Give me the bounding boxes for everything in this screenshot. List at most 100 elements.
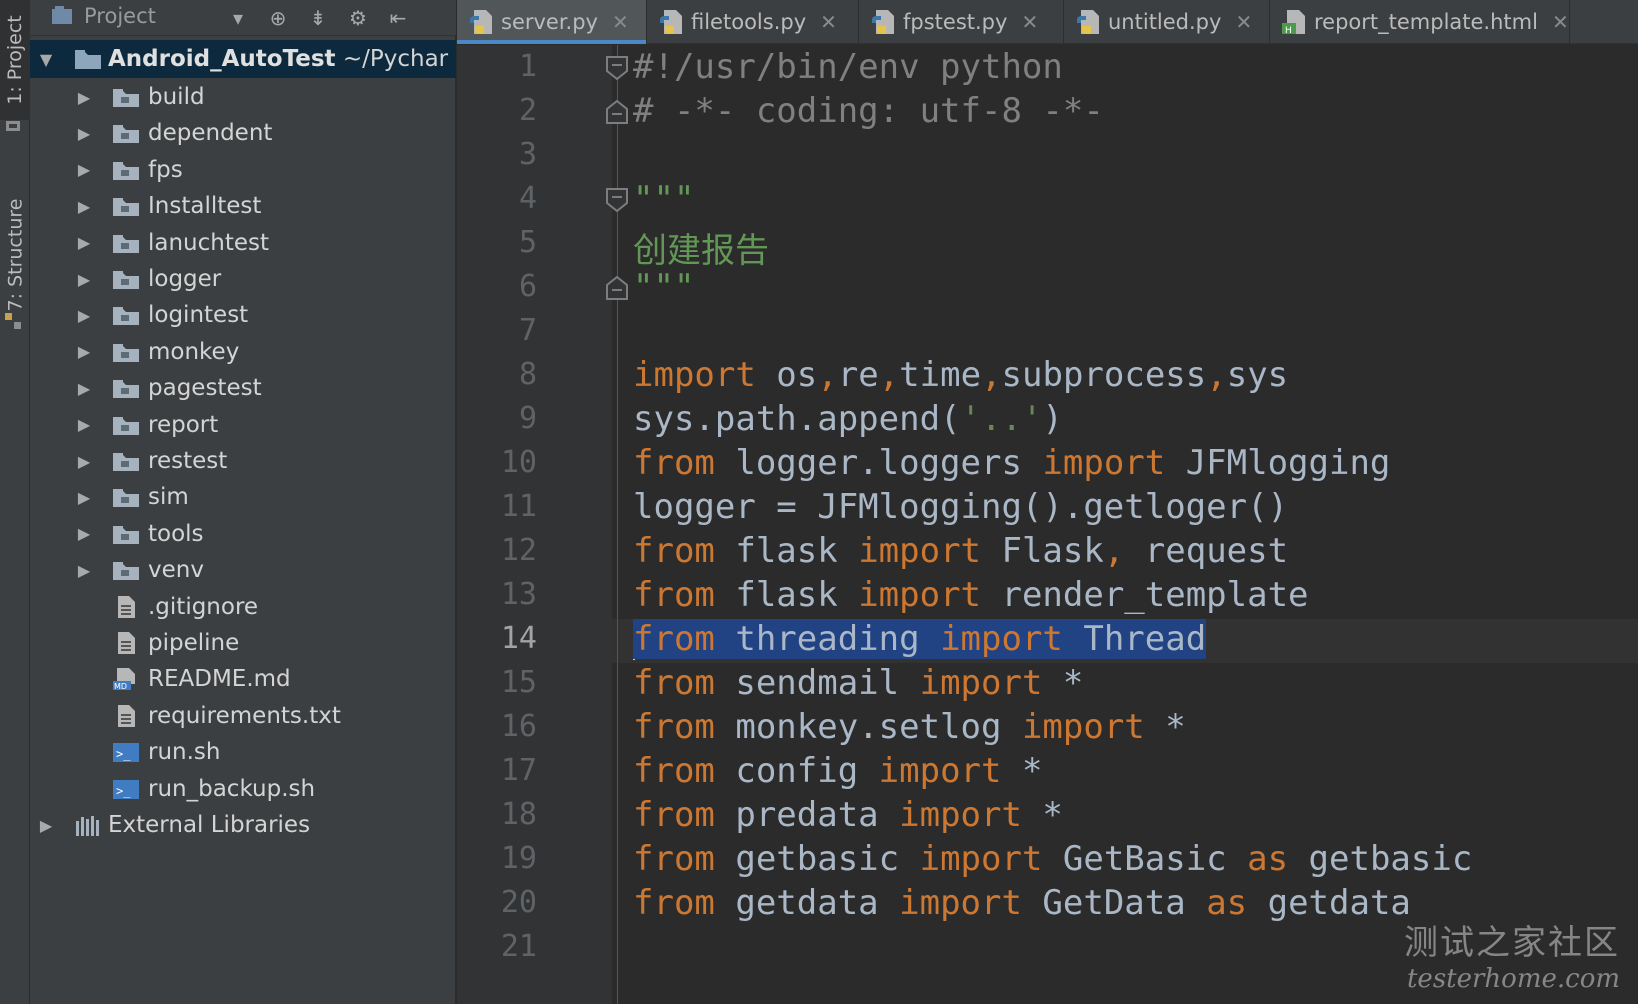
code-line[interactable]: from config import *: [633, 751, 1042, 791]
collapsed-arrow-icon[interactable]: ▶: [74, 123, 94, 143]
tree-item-logintest[interactable]: ▶ logintest: [30, 296, 456, 334]
code-line[interactable]: from sendmail import *: [633, 663, 1083, 703]
tree-item-run-backup-sh[interactable]: >_ run_backup.sh: [30, 770, 456, 808]
watermark: 测试之家社区 testerhome.com: [1404, 915, 1620, 994]
close-icon[interactable]: ✕: [1235, 10, 1252, 34]
close-icon[interactable]: ✕: [612, 10, 629, 34]
collapsed-arrow-icon[interactable]: ▶: [74, 305, 94, 325]
folder-icon: [113, 525, 139, 544]
tree-item-installtest[interactable]: ▶ Installtest: [30, 187, 456, 225]
project-tool-tab[interactable]: 1: Project: [0, 0, 30, 120]
collapsed-arrow-icon[interactable]: ▶: [74, 560, 94, 580]
tree-item-dependent[interactable]: ▶ dependent: [30, 114, 456, 152]
collapsed-arrow-icon[interactable]: ▶: [74, 378, 94, 398]
tree-item-report[interactable]: ▶ report: [30, 406, 456, 444]
tree-item-tools[interactable]: ▶ tools: [30, 515, 456, 553]
code-keyword: import: [858, 531, 982, 571]
python-file-icon: [872, 10, 894, 34]
close-icon[interactable]: ✕: [1021, 10, 1038, 34]
tree-item-monkey[interactable]: ▶ monkey: [30, 333, 456, 371]
code-keyword: from: [633, 883, 715, 923]
project-view-selector[interactable]: Project: [50, 4, 156, 28]
expanded-arrow-icon[interactable]: ▼: [36, 49, 56, 69]
chevron-down-icon[interactable]: ▾: [226, 6, 250, 30]
code-line[interactable]: sys.path.append('..'): [633, 399, 1063, 439]
hide-panel-icon[interactable]: ⇤: [386, 6, 410, 30]
code-line[interactable]: from flask import Flask, request: [633, 531, 1288, 571]
tree-item-label: venv: [148, 557, 204, 584]
tree-item-requirements-txt[interactable]: requirements.txt: [30, 697, 456, 735]
tree-item-logger[interactable]: ▶ logger: [30, 260, 456, 298]
collapsed-arrow-icon[interactable]: ▶: [74, 233, 94, 253]
tab-fpstest-py[interactable]: fpstest.py ✕: [859, 0, 1064, 44]
close-icon[interactable]: ✕: [1552, 10, 1569, 34]
tree-root-android-autotest[interactable]: ▼ Android_AutoTest ~/Pychar: [30, 40, 456, 78]
code-line[interactable]: from monkey.setlog import *: [633, 707, 1186, 747]
tree-item-run-sh[interactable]: >_ run.sh: [30, 733, 456, 771]
code-str: '..': [960, 399, 1043, 439]
code-text: render_template: [981, 575, 1309, 615]
tree-item-pipeline[interactable]: pipeline: [30, 624, 456, 662]
code-line[interactable]: """: [633, 179, 694, 219]
tab-untitled-py[interactable]: untitled.py ✕: [1064, 0, 1270, 44]
folder-icon: [113, 307, 139, 326]
structure-icon: [5, 313, 21, 329]
tree-item-build[interactable]: ▶ build: [30, 78, 456, 116]
tree-item-restest[interactable]: ▶ restest: [30, 442, 456, 480]
folder-icon: [113, 125, 139, 144]
fold-end-icon[interactable]: [605, 99, 629, 125]
code-line[interactable]: logger = JFMlogging().getloger(): [633, 487, 1288, 527]
tab-server-py[interactable]: server.py ✕: [457, 0, 647, 44]
gear-icon[interactable]: ⚙: [346, 6, 370, 30]
tree-item-venv[interactable]: ▶ venv: [30, 551, 456, 589]
collapsed-arrow-icon[interactable]: ▶: [74, 269, 94, 289]
tree-item-readme-md[interactable]: MD README.md: [30, 660, 456, 698]
collapsed-arrow-icon[interactable]: ▶: [74, 160, 94, 180]
code-line[interactable]: import os,re,time,subprocess,sys: [633, 355, 1288, 395]
code-line[interactable]: #!/usr/bin/env python: [633, 47, 1063, 87]
structure-tool-tab-label: 7: Structure: [4, 198, 27, 312]
tree-item-sim[interactable]: ▶ sim: [30, 478, 456, 516]
tree-item-fps[interactable]: ▶ fps: [30, 151, 456, 189]
tree-item-external-libraries[interactable]: ▶ External Libraries: [30, 806, 456, 844]
selection-highlight: from threading import Thread: [633, 619, 1207, 659]
fold-start-icon[interactable]: [605, 55, 629, 81]
tree-item-pagestest[interactable]: ▶ pagestest: [30, 369, 456, 407]
collapsed-arrow-icon[interactable]: ▶: [74, 487, 94, 507]
code-line[interactable]: from flask import render_template: [633, 575, 1309, 615]
code-keyword: import: [899, 883, 1022, 923]
tree-item-lanuchtest[interactable]: ▶ lanuchtest: [30, 224, 456, 262]
close-icon[interactable]: ✕: [820, 10, 837, 34]
line-number: 5: [518, 225, 537, 260]
tab-report-template-html[interactable]: Hreport_template.html ✕: [1270, 0, 1570, 44]
locate-icon[interactable]: ⊕: [266, 6, 290, 30]
code-keyword: import: [633, 355, 756, 395]
code-line[interactable]: from getdata import GetData as getdata: [633, 883, 1411, 923]
tab-label: untitled.py: [1108, 10, 1222, 34]
code-text: GetBasic: [1042, 839, 1248, 879]
code-editor[interactable]: 1 2 3 4 5 6 7 8 9 10 11 12 13 14 15 16 17 18 19 20 21 #!/usr…: [457, 45, 1638, 1004]
collapsed-arrow-icon[interactable]: ▶: [36, 815, 56, 835]
collapsed-arrow-icon[interactable]: ▶: [74, 342, 94, 362]
tree-item-gitignore[interactable]: .gitignore: [30, 588, 456, 626]
collapse-all-icon[interactable]: ⇟: [306, 6, 330, 30]
tree-item-label: dependent: [148, 120, 273, 147]
code-line[interactable]: from threading import Thread: [633, 619, 1207, 660]
code-line[interactable]: from logger.loggers import JFMlogging: [633, 443, 1390, 483]
fold-start-icon[interactable]: [605, 187, 629, 213]
collapsed-arrow-icon[interactable]: ▶: [74, 415, 94, 435]
tab-filetools-py[interactable]: filetools.py ✕: [647, 0, 859, 44]
structure-tool-tab[interactable]: 7: Structure: [0, 185, 30, 325]
collapsed-arrow-icon[interactable]: ▶: [74, 524, 94, 544]
code-line[interactable]: from getbasic import GetBasic as getbasi…: [633, 839, 1472, 879]
code-line[interactable]: """: [633, 267, 694, 307]
line-number: 20: [500, 885, 537, 920]
code-keyword: import: [940, 619, 1063, 659]
collapsed-arrow-icon[interactable]: ▶: [74, 451, 94, 471]
fold-end-icon[interactable]: [605, 275, 629, 301]
collapsed-arrow-icon[interactable]: ▶: [74, 87, 94, 107]
collapsed-arrow-icon[interactable]: ▶: [74, 196, 94, 216]
code-line[interactable]: 创建报告: [633, 223, 769, 272]
code-line[interactable]: # -*- coding: utf-8 -*-: [633, 91, 1104, 131]
code-line[interactable]: from predata import *: [633, 795, 1063, 835]
